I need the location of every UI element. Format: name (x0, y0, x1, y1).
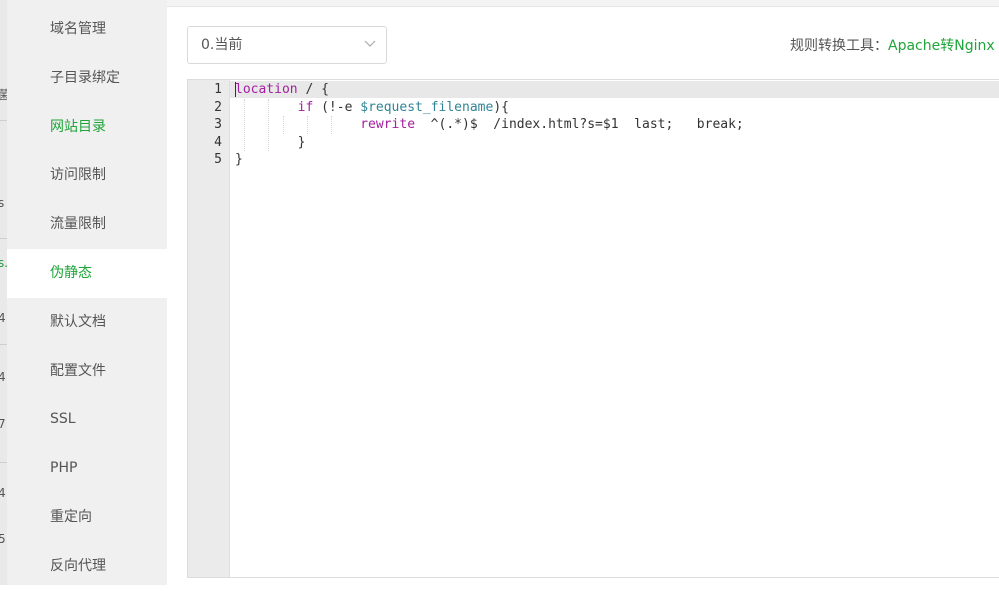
line-number: 3 (214, 117, 222, 132)
background-fragment: 4 (0, 311, 6, 325)
code-line: } (235, 151, 243, 169)
sidebar-item-reverse-proxy[interactable]: 反向代理 (7, 542, 167, 591)
code-line: if (!-e $request_filename){ (235, 99, 509, 117)
line-number: 4 (214, 134, 222, 150)
code-line: rewrite ^(.*)$ /index.html?s=$1 last; br… (235, 116, 744, 134)
sidebar-item-traffic-limit[interactable]: 流量限制 (7, 200, 167, 249)
sidebar-item-php[interactable]: PHP (7, 444, 167, 493)
rule-tool-label: 规则转换工具： (790, 38, 888, 54)
background-fragment: 4 (0, 370, 6, 384)
sidebar: 域名管理 子目录绑定 网站目录 访问限制 流量限制 伪静态 默认文档 配置文件 SSL PHP 重定… (7, 0, 167, 585)
sidebar-item-config-file[interactable]: 配置文件 (7, 347, 167, 396)
version-select-value: 0.当前 (201, 37, 243, 53)
background-fragment: 4 (0, 486, 6, 500)
background-divider (0, 238, 7, 239)
sidebar-item-access-limit[interactable]: 访问限制 (7, 151, 167, 200)
background-divider (0, 344, 7, 345)
sidebar-item-rewrite[interactable]: 伪静态 (7, 249, 167, 298)
code-token: } (235, 152, 243, 167)
code-token: (!-e (313, 99, 361, 115)
code-token: / { (297, 82, 329, 97)
code-token: ^(.*)$ /index.html?s=$1 last; break; (415, 117, 744, 132)
code-token: ){ (493, 99, 509, 115)
background-divider (0, 120, 7, 121)
code-token: } (235, 134, 306, 150)
background-fragment: 7 (0, 417, 6, 431)
sidebar-item-ssl[interactable]: SSL (7, 395, 167, 444)
background-fragment: 5 (0, 532, 6, 546)
text-cursor (235, 82, 236, 97)
background-fragment: s. (0, 256, 7, 270)
code-line: } (235, 134, 306, 152)
apache-to-nginx-link[interactable]: Apache转Nginx (888, 38, 995, 54)
line-number: 5 (214, 152, 222, 167)
code-line: location / { (235, 81, 329, 99)
top-divider (167, 0, 999, 7)
line-number: 1 (214, 82, 222, 97)
version-select[interactable]: 0.当前 (187, 26, 387, 64)
background-fragment: 菌 (0, 88, 7, 102)
rewrite-code-editor[interactable]: 1 2 3 4 5 location / { if (!-e $request_file… (187, 79, 999, 578)
sidebar-item-default-doc[interactable]: 默认文档 (7, 298, 167, 347)
line-number: 2 (214, 99, 222, 115)
code-token: rewrite (360, 117, 416, 132)
background-fragment: s (0, 196, 5, 210)
line-number-gutter: 1 2 3 4 5 (188, 80, 230, 577)
code-token: if (297, 99, 314, 115)
background-divider (0, 462, 7, 463)
sidebar-item-redirect[interactable]: 重定向 (7, 493, 167, 542)
chevron-down-icon (364, 40, 376, 47)
sidebar-item-subdir[interactable]: 子目录绑定 (7, 54, 167, 103)
rule-conversion-tool: 规则转换工具：Apache转Nginx (790, 35, 999, 55)
background-page-strip: 菌 s s. 4 4 7 4 5 (0, 0, 7, 585)
sidebar-item-domain[interactable]: 域名管理 (7, 5, 167, 54)
code-token: $request_filename (360, 99, 494, 115)
code-token: location (235, 82, 298, 97)
sidebar-item-site-dir[interactable]: 网站目录 (7, 103, 167, 152)
